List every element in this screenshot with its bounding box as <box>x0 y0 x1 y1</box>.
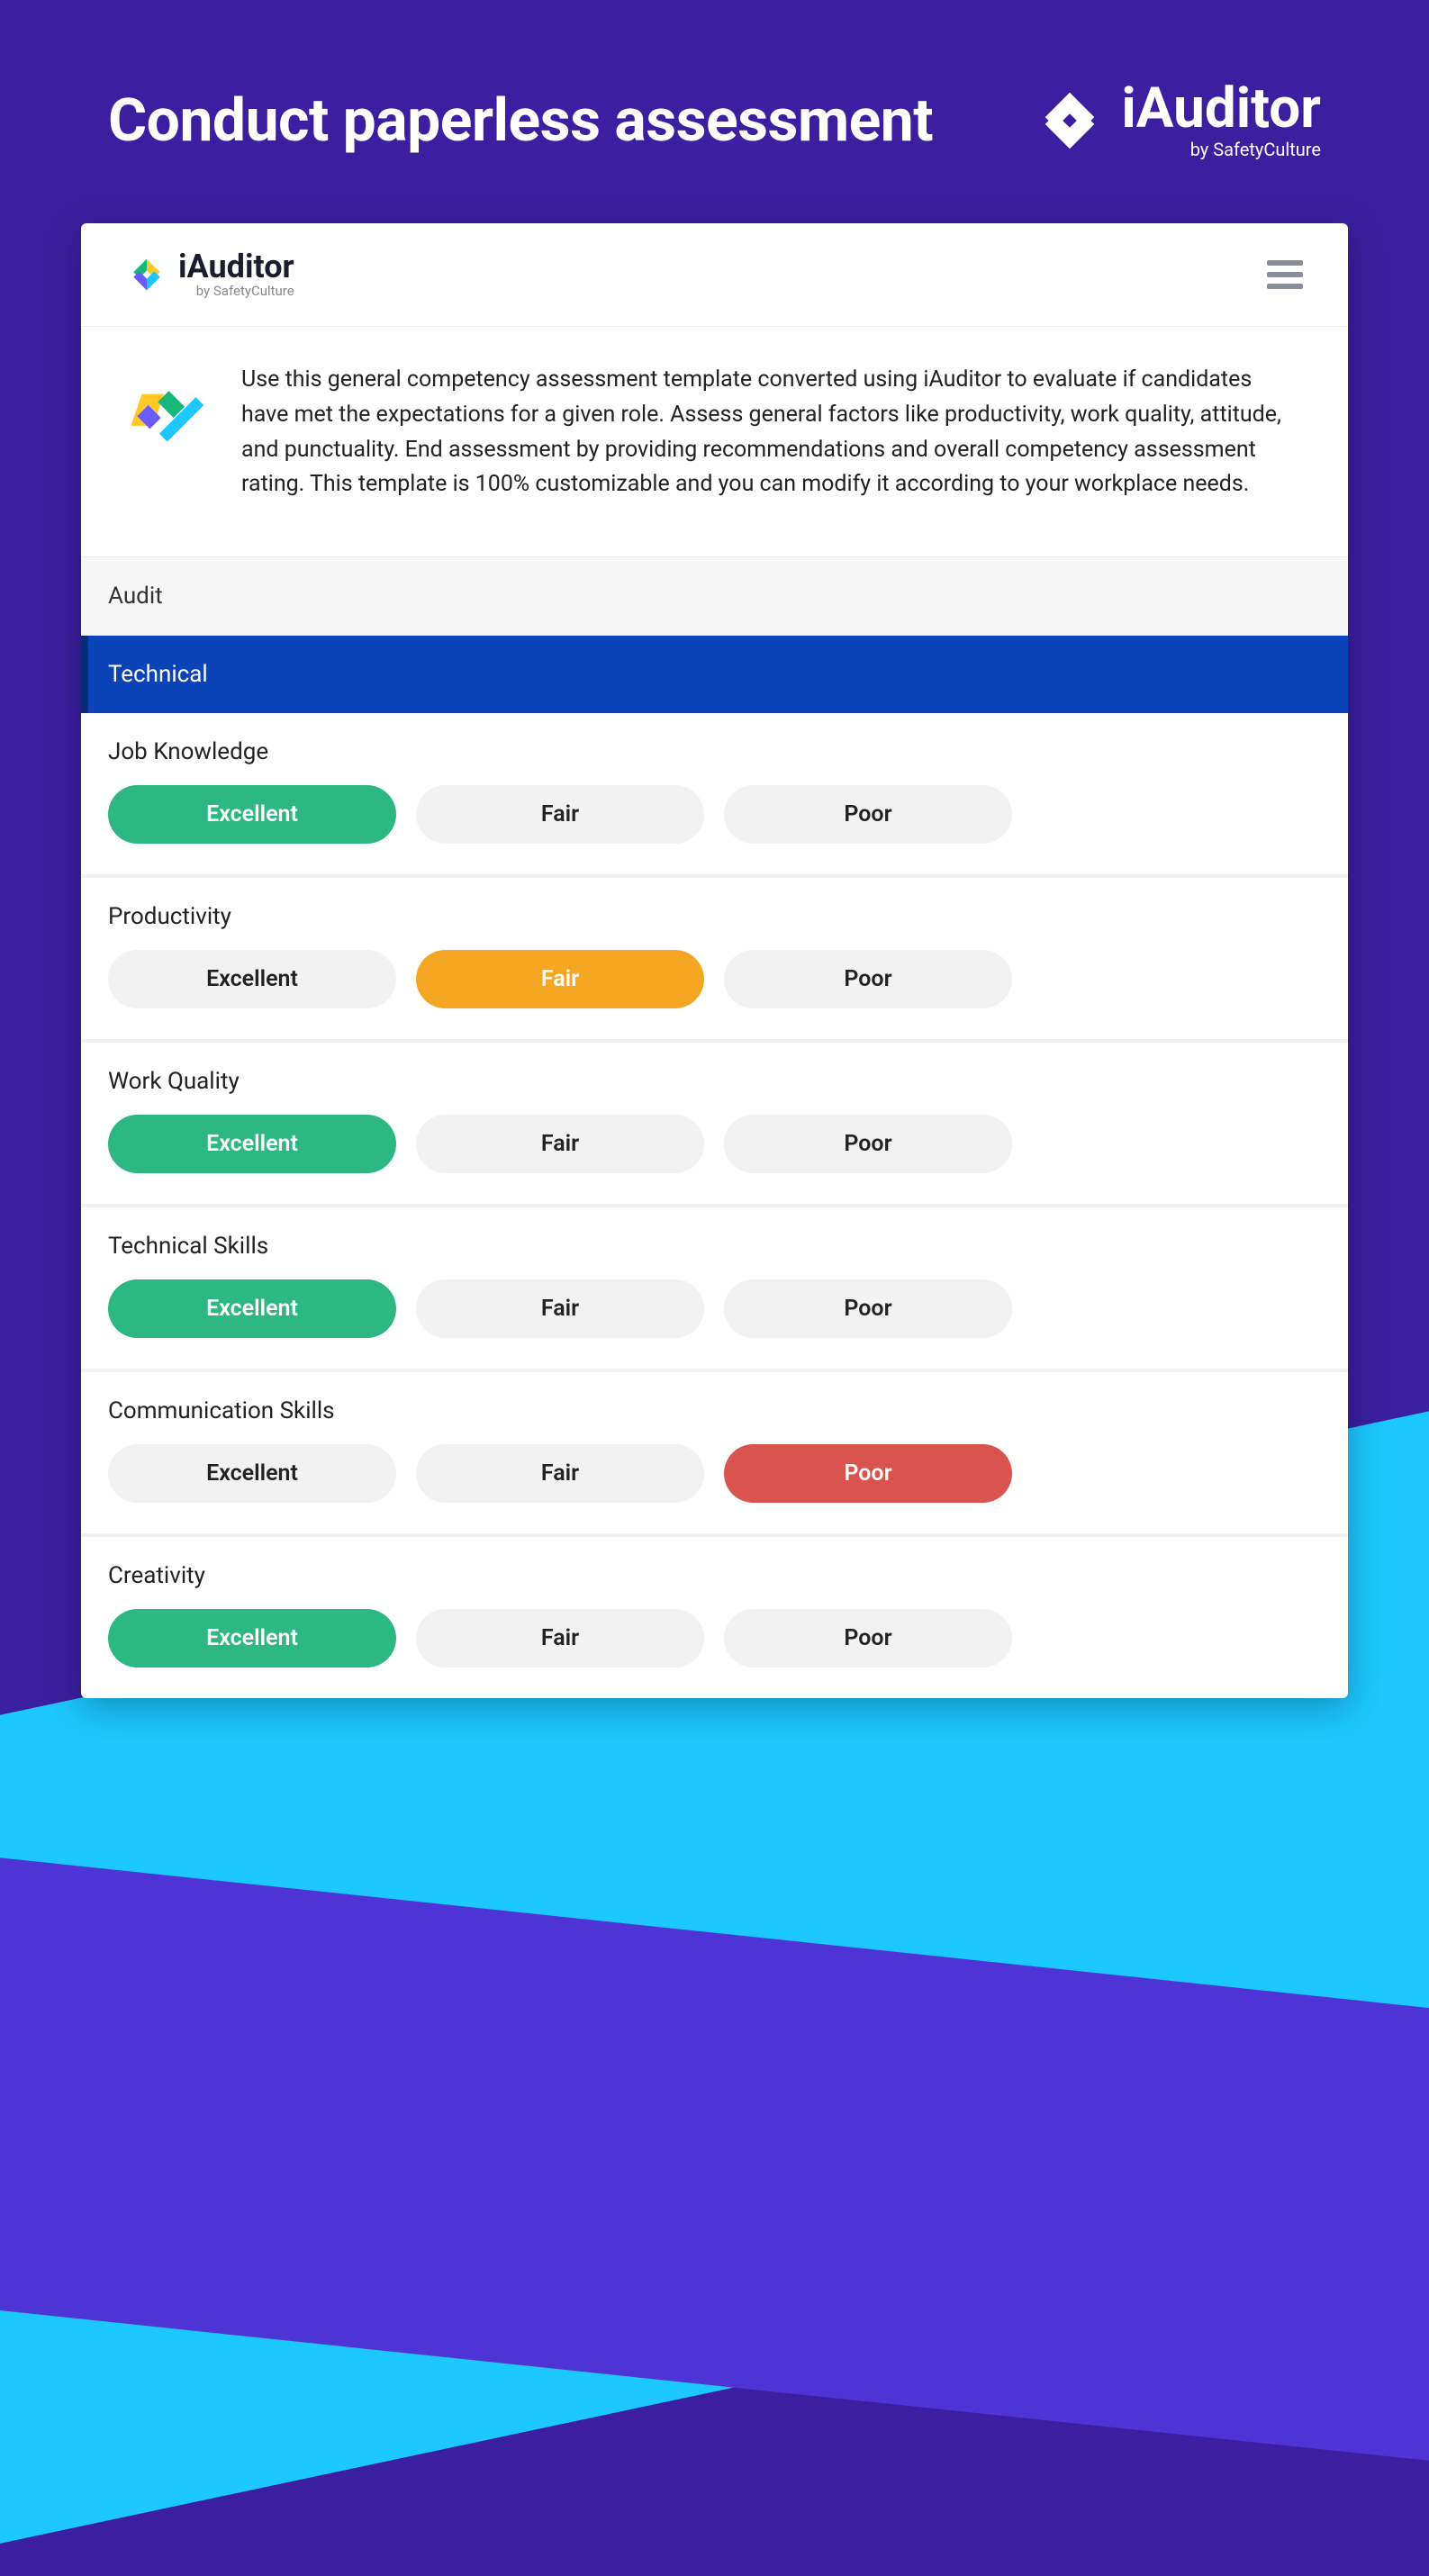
question-label: Creativity <box>108 1562 1321 1589</box>
option-excellent[interactable]: Excellent <box>108 1444 396 1503</box>
option-poor[interactable]: Poor <box>724 950 1012 1008</box>
question-row: Communication Skills Excellent Fair Poor <box>81 1369 1348 1533</box>
app-header: iAuditor by SafetyCulture <box>81 223 1348 327</box>
app-brand: iAuditor <box>178 250 294 283</box>
option-fair[interactable]: Fair <box>416 1279 704 1338</box>
section-technical[interactable]: Technical <box>81 636 1348 713</box>
option-poor[interactable]: Poor <box>724 1279 1012 1338</box>
template-icon <box>126 372 205 502</box>
question-row: Job Knowledge Excellent Fair Poor <box>81 713 1348 874</box>
option-poor[interactable]: Poor <box>724 785 1012 844</box>
options-row: Excellent Fair Poor <box>108 1115 1321 1173</box>
template-description: Use this general competency assessment t… <box>241 363 1294 502</box>
iauditor-logo-icon <box>126 254 167 295</box>
question-label: Work Quality <box>108 1068 1321 1095</box>
option-fair[interactable]: Fair <box>416 1444 704 1503</box>
question-label: Communication Skills <box>108 1397 1321 1424</box>
options-row: Excellent Fair Poor <box>108 950 1321 1008</box>
option-poor[interactable]: Poor <box>724 1115 1012 1173</box>
option-poor[interactable]: Poor <box>724 1609 1012 1668</box>
template-intro: Use this general competency assessment t… <box>81 327 1348 557</box>
question-row: Creativity Excellent Fair Poor <box>81 1533 1348 1698</box>
section-audit[interactable]: Audit <box>81 557 1348 636</box>
option-fair[interactable]: Fair <box>416 950 704 1008</box>
question-row: Work Quality Excellent Fair Poor <box>81 1039 1348 1204</box>
iauditor-logo-icon <box>1035 86 1105 156</box>
app-brand-sub: by SafetyCulture <box>178 283 294 299</box>
question-label: Technical Skills <box>108 1233 1321 1260</box>
options-row: Excellent Fair Poor <box>108 785 1321 844</box>
menu-button[interactable] <box>1267 260 1303 289</box>
options-row: Excellent Fair Poor <box>108 1279 1321 1338</box>
option-excellent[interactable]: Excellent <box>108 1279 396 1338</box>
option-excellent[interactable]: Excellent <box>108 1115 396 1173</box>
option-fair[interactable]: Fair <box>416 1115 704 1173</box>
option-excellent[interactable]: Excellent <box>108 1609 396 1668</box>
hamburger-icon <box>1267 260 1303 266</box>
question-row: Technical Skills Excellent Fair Poor <box>81 1204 1348 1369</box>
hero-brand: iAuditor <box>1121 81 1321 137</box>
app-logo: iAuditor by SafetyCulture <box>126 250 294 299</box>
option-fair[interactable]: Fair <box>416 785 704 844</box>
question-row: Productivity Excellent Fair Poor <box>81 874 1348 1039</box>
options-row: Excellent Fair Poor <box>108 1609 1321 1668</box>
option-excellent[interactable]: Excellent <box>108 785 396 844</box>
hero-title: Conduct paperless assessment <box>108 86 933 156</box>
question-label: Productivity <box>108 903 1321 930</box>
question-label: Job Knowledge <box>108 738 1321 765</box>
option-poor[interactable]: Poor <box>724 1444 1012 1503</box>
hero-brand-sub: by SafetyCulture <box>1121 139 1321 160</box>
hero-logo: iAuditor by SafetyCulture <box>1035 81 1321 160</box>
app-window: iAuditor by SafetyCulture Use this gener <box>81 223 1348 1698</box>
option-fair[interactable]: Fair <box>416 1609 704 1668</box>
options-row: Excellent Fair Poor <box>108 1444 1321 1503</box>
option-excellent[interactable]: Excellent <box>108 950 396 1008</box>
hero-banner: Conduct paperless assessment iAuditor by… <box>81 81 1348 160</box>
